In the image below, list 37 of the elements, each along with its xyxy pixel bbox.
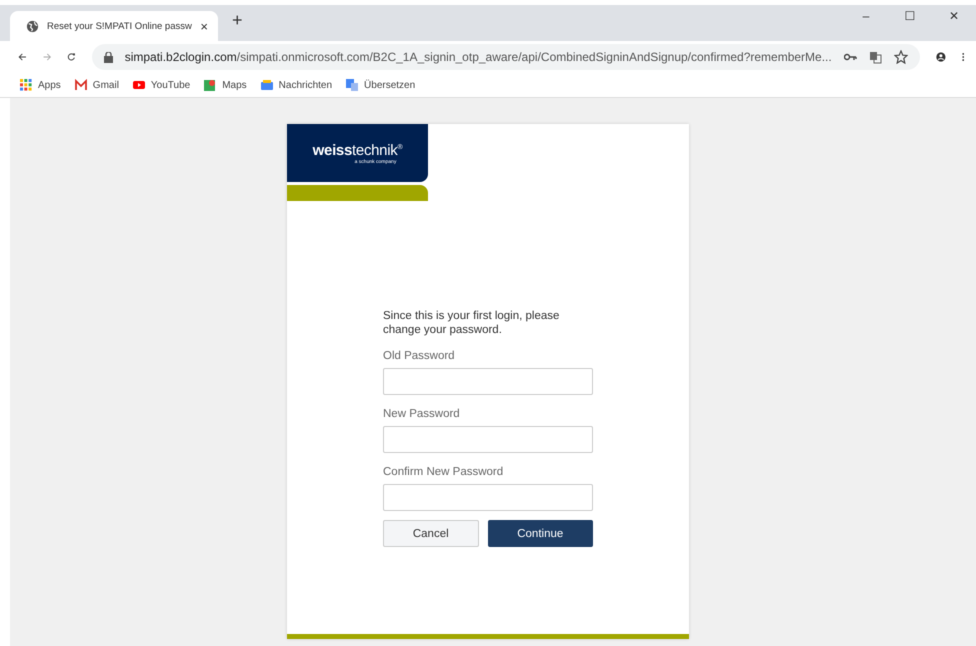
translate-icon[interactable] [868, 50, 882, 64]
newspaper-icon [260, 79, 273, 91]
bookmark[interactable]: Nachrichten [260, 79, 332, 91]
field-label: Confirm New Password [383, 466, 504, 478]
mail-icon [74, 79, 87, 91]
bookmark[interactable]: Gmail [74, 79, 119, 91]
bookmark[interactable]: Übersetzen [346, 79, 416, 91]
password-field[interactable] [383, 484, 593, 511]
password-field[interactable] [383, 368, 593, 395]
play-icon [132, 79, 145, 91]
window-control[interactable]: – [844, 9, 888, 23]
bookmark[interactable]: YouTube [132, 79, 190, 91]
close-icon[interactable]: × [200, 18, 208, 34]
lock-icon [104, 52, 113, 62]
browser-tab[interactable]: Reset your S!MPATI Online passw × [10, 11, 218, 41]
map-icon [204, 79, 216, 91]
field-label: New Password [383, 408, 461, 420]
password-field[interactable] [383, 426, 593, 453]
globe-icon [26, 20, 39, 32]
menu-icon[interactable] [962, 50, 964, 64]
translate-icon [346, 79, 358, 91]
brand-logo: weisstechnik$^{®}$ [312, 142, 402, 158]
key-icon[interactable] [844, 53, 857, 61]
address-bar[interactable]: simpati.b2clogin.com/simpati.onmicrosoft.com/B2C_1A_signin_otp_aware/api/CombinedSigninAndSignup/confirmed?rememberMe... [92, 44, 920, 70]
window-control[interactable]: ☐ [888, 9, 932, 23]
intro-text: Since this is your first login, please change your password. [383, 309, 560, 337]
cancel-button[interactable]: Cancel [383, 520, 479, 547]
window-control[interactable]: ✕ [932, 9, 976, 23]
url-text: simpati.b2clogin.com/simpati.onmicrosoft.com/B2C_1A_signin_otp_aware/api/CombinedSigninAndSignup/confirmed?rememberMe... [124, 50, 832, 64]
grid-icon [20, 79, 32, 91]
new-tab-button[interactable]: + [232, 10, 243, 30]
bookmark[interactable]: Apps [20, 79, 61, 91]
tab-title: Reset your S!MPATI Online passw [47, 20, 192, 32]
field-label: Old Password [383, 350, 456, 362]
continue-button[interactable]: Continue [488, 520, 593, 547]
star-icon[interactable] [894, 50, 908, 64]
bookmark[interactable]: Maps [204, 79, 247, 91]
